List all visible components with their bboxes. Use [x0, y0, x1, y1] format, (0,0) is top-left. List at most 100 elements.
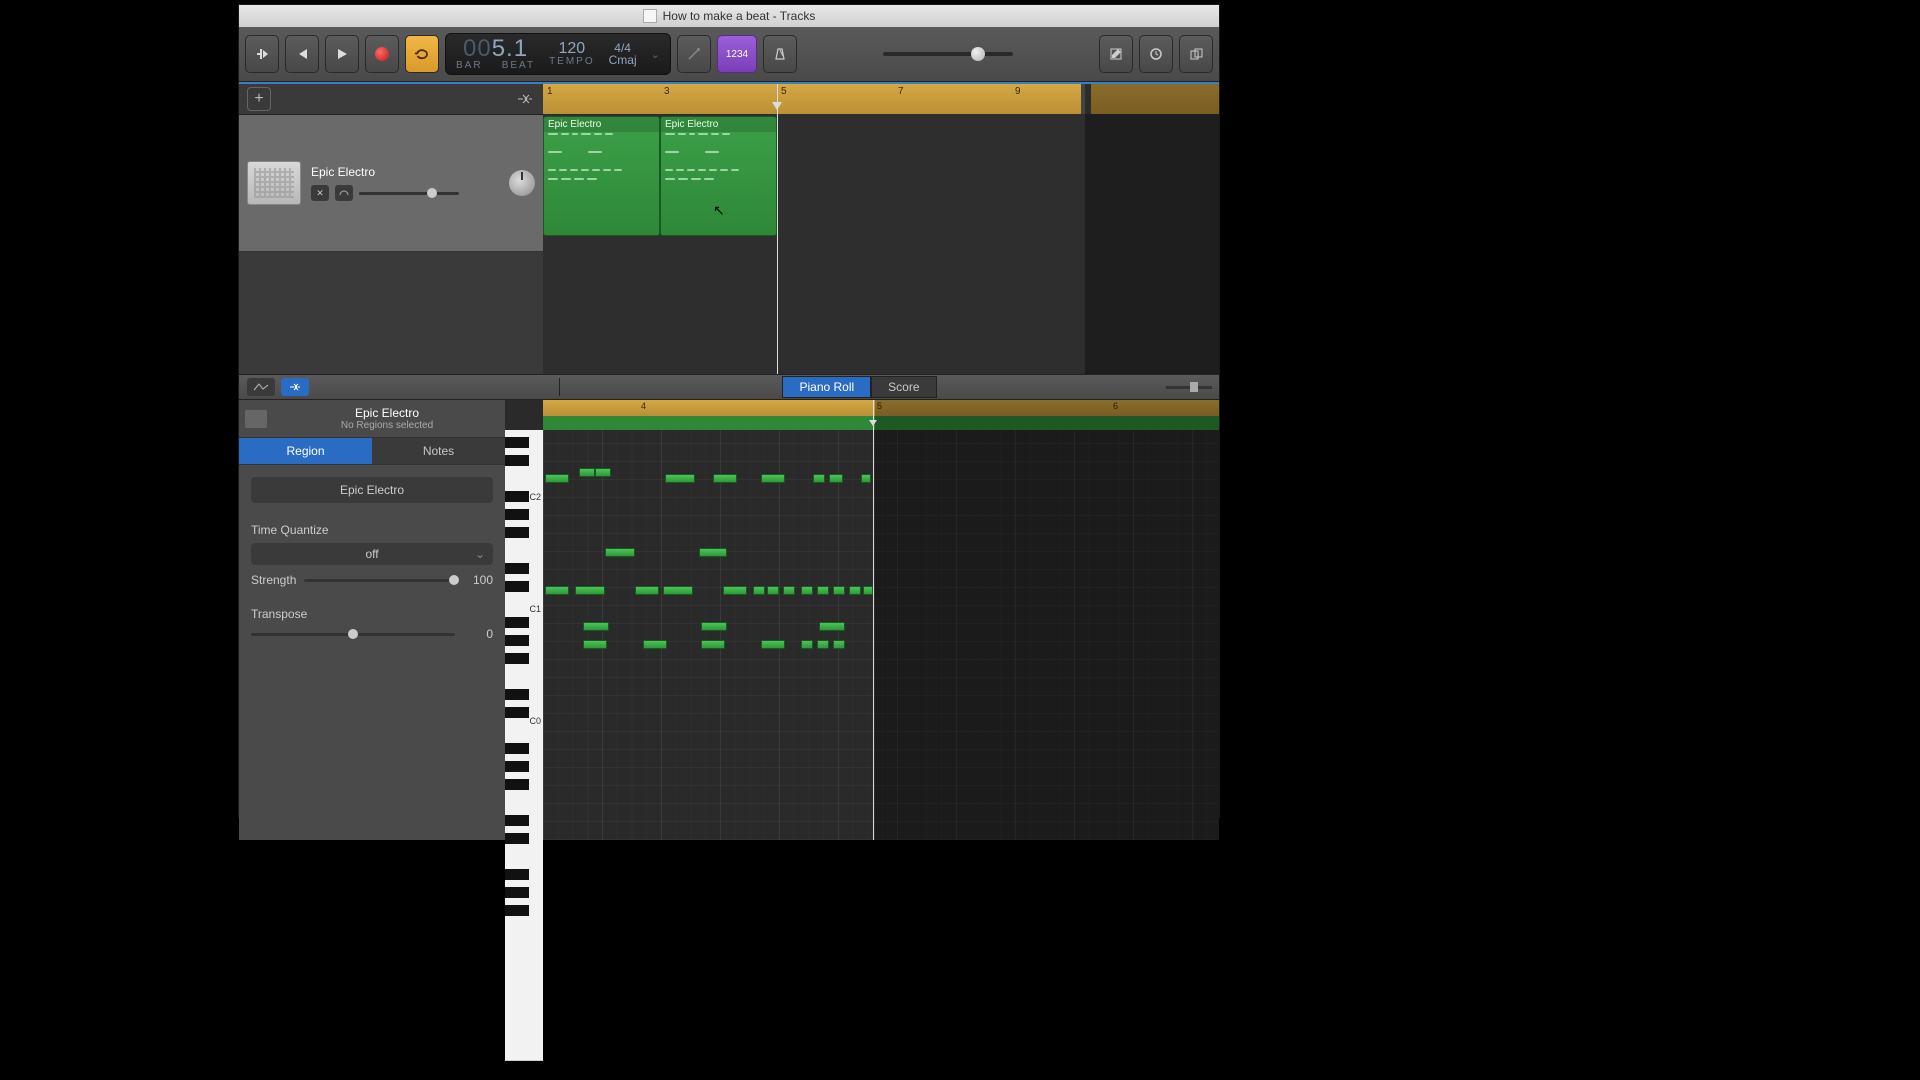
track-header-panel: + Epic Electro ✕ — [239, 84, 543, 374]
song-end-marker[interactable] — [1081, 84, 1091, 114]
lcd-tempo[interactable]: 120 — [559, 41, 586, 57]
titlebar[interactable]: How to make a beat - Tracks — [239, 5, 1219, 27]
midi-note[interactable] — [605, 548, 635, 557]
midi-note[interactable] — [583, 622, 609, 631]
catch-button[interactable] — [515, 92, 535, 106]
transpose-slider[interactable] — [251, 633, 455, 636]
midi-note[interactable] — [753, 586, 765, 595]
quantize-label: Time Quantize — [251, 523, 493, 537]
midi-note[interactable] — [767, 586, 779, 595]
track-volume-slider[interactable] — [359, 192, 459, 195]
arrange-grid[interactable]: 1 3 5 7 9 Epic Electro Epic Electro ↖ — [543, 84, 1219, 374]
midi-note[interactable] — [801, 586, 813, 595]
arrange-area: + Epic Electro ✕ 1 3 — [239, 82, 1219, 375]
automation-button[interactable] — [247, 378, 275, 396]
midi-note[interactable] — [583, 640, 607, 649]
strength-slider[interactable] — [304, 579, 455, 582]
inspector-title: Epic Electro — [275, 406, 499, 420]
midi-note[interactable] — [665, 474, 695, 483]
master-volume-slider[interactable] — [883, 52, 1013, 56]
midi-note[interactable] — [545, 474, 569, 483]
playhead[interactable] — [777, 84, 778, 374]
metronome-button[interactable] — [763, 35, 797, 73]
loops-button[interactable] — [1139, 35, 1173, 73]
midi-note[interactable] — [863, 586, 873, 595]
region-strip[interactable] — [543, 416, 1219, 430]
piano-keys[interactable]: C2 C1 C0 — [505, 400, 543, 840]
strength-value[interactable]: 100 — [463, 573, 493, 587]
midi-note[interactable] — [643, 640, 667, 649]
midi-note[interactable] — [861, 474, 871, 483]
midi-note[interactable] — [833, 586, 845, 595]
midi-note[interactable] — [545, 586, 569, 595]
midi-note[interactable] — [699, 548, 727, 557]
segment-region[interactable]: Region — [239, 438, 372, 464]
midi-note[interactable] — [829, 474, 843, 483]
region-name-field[interactable]: Epic Electro — [251, 477, 493, 503]
library-button[interactable] — [245, 35, 279, 73]
segment-notes[interactable]: Notes — [372, 438, 505, 464]
track-name[interactable]: Epic Electro — [311, 165, 499, 179]
midi-note[interactable] — [713, 474, 737, 483]
tab-score[interactable]: Score — [871, 376, 936, 398]
catch-playhead-button[interactable] — [281, 378, 309, 396]
pan-knob[interactable] — [509, 170, 535, 196]
notepad-button[interactable] — [1099, 35, 1133, 73]
toolbar: 005.1 BAR BEAT 120 TEMPO 4/4 Cmaj ⌄ 1234 — [239, 27, 1219, 82]
midi-note[interactable] — [635, 586, 659, 595]
region-inspector: Epic Electro No Regions selected Region … — [239, 400, 505, 840]
midi-note[interactable] — [663, 586, 693, 595]
quantize-select[interactable]: off — [251, 543, 493, 565]
midi-note[interactable] — [761, 474, 785, 483]
midi-note[interactable] — [575, 586, 605, 595]
midi-note[interactable] — [813, 474, 825, 483]
midi-note[interactable] — [701, 622, 727, 631]
lcd-beat: 1 — [514, 35, 528, 62]
media-button[interactable] — [1179, 35, 1213, 73]
rewind-button[interactable] — [285, 35, 319, 73]
midi-note[interactable] — [701, 640, 725, 649]
midi-note[interactable] — [723, 586, 747, 595]
add-track-button[interactable]: + — [247, 87, 271, 111]
midi-note[interactable] — [595, 468, 611, 477]
volume-thumb[interactable] — [971, 47, 985, 61]
midi-note[interactable] — [761, 640, 785, 649]
midi-note[interactable] — [817, 586, 829, 595]
playhead-icon — [772, 102, 782, 110]
solo-button[interactable] — [335, 185, 353, 201]
piano-playhead[interactable] — [873, 400, 874, 840]
tuner-button[interactable] — [677, 35, 711, 73]
lcd-bar: 5 — [492, 35, 506, 62]
record-button[interactable] — [365, 35, 399, 73]
transpose-value[interactable]: 0 — [463, 627, 493, 641]
key-label: C0 — [529, 716, 541, 726]
key-label: C1 — [529, 604, 541, 614]
count-in-button[interactable]: 1234 — [717, 35, 757, 73]
play-button[interactable] — [325, 35, 359, 73]
midi-note[interactable] — [849, 586, 861, 595]
track-row[interactable]: Epic Electro ✕ — [239, 115, 543, 252]
midi-note[interactable] — [801, 640, 813, 649]
key-label: C2 — [529, 492, 541, 502]
midi-note[interactable] — [817, 640, 829, 649]
editor-zoom-slider[interactable] — [1166, 386, 1212, 389]
tab-piano-roll[interactable]: Piano Roll — [782, 376, 871, 398]
midi-region[interactable]: Epic Electro — [543, 116, 660, 236]
arrange-ruler[interactable]: 1 3 5 7 9 — [543, 84, 1219, 114]
editor-area: Epic Electro No Regions selected Region … — [239, 400, 1219, 840]
lcd-key[interactable]: Cmaj — [609, 54, 637, 66]
inspector-icon[interactable] — [245, 410, 267, 428]
piano-ruler[interactable]: 4 5 6 — [543, 400, 1219, 416]
midi-note[interactable] — [579, 468, 595, 477]
transpose-label: Transpose — [251, 607, 493, 621]
midi-note[interactable] — [783, 586, 795, 595]
track-instrument-icon[interactable] — [247, 161, 301, 205]
cycle-button[interactable] — [405, 35, 439, 73]
mute-button[interactable]: ✕ — [311, 185, 329, 201]
cursor-icon: ↖ — [713, 202, 725, 219]
midi-note[interactable] — [819, 622, 845, 631]
lcd-mode-menu[interactable]: ⌄ — [651, 48, 660, 61]
piano-grid[interactable]: 4 5 6 — [543, 400, 1219, 840]
lcd-display[interactable]: 005.1 BAR BEAT 120 TEMPO 4/4 Cmaj ⌄ — [445, 33, 671, 75]
midi-note[interactable] — [833, 640, 845, 649]
